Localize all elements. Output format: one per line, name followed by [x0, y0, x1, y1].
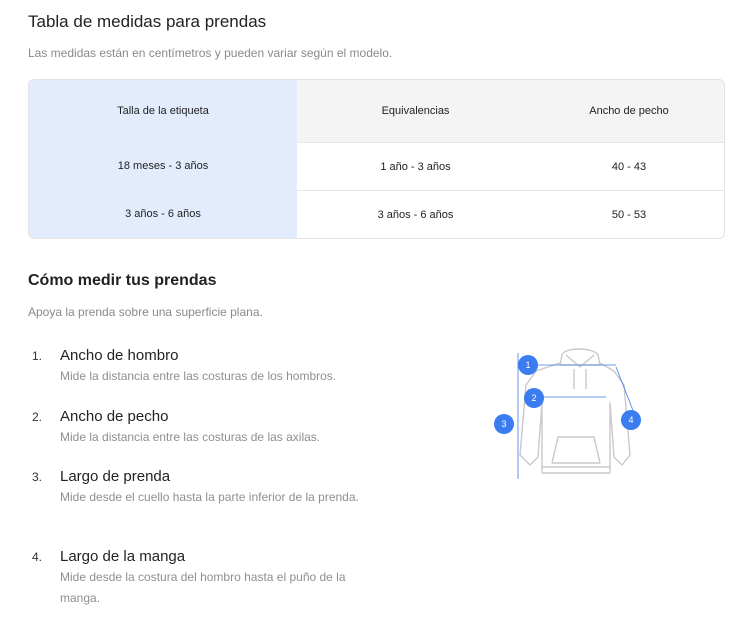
- page-title: Tabla de medidas para prendas: [28, 12, 267, 31]
- step-description: Mide la distancia entre las costuras de …: [60, 430, 321, 444]
- table-cell-equivalence-row-1: 1 año - 3 años: [297, 142, 534, 190]
- table-cell-size-row-2: 3 años - 6 años: [29, 190, 297, 238]
- svg-text:1: 1: [525, 360, 530, 370]
- svg-text:2: 2: [531, 393, 536, 403]
- table-header-equivalence: Equivalencias: [297, 80, 534, 142]
- badge-3: 3: [494, 414, 514, 434]
- step-description: Mide desde el cuello hasta la parte infe…: [60, 490, 359, 504]
- svg-text:4: 4: [628, 415, 633, 425]
- step-number: 3.: [32, 470, 43, 484]
- table-header-chest: Ancho de pecho: [534, 80, 724, 142]
- measure-section-description: Apoya la prenda sobre una superficie pla…: [28, 305, 263, 319]
- table-cell-chest-row-1: 40 - 43: [534, 142, 724, 190]
- step-number: 2.: [32, 410, 43, 424]
- badge-4: 4: [621, 410, 641, 430]
- table-header-size: Talla de la etiqueta: [29, 80, 297, 142]
- measure-step-3: 3. Largo de prenda Mide desde el cuello …: [32, 467, 392, 547]
- size-guide-page: Tabla de medidas para prendas Las medida…: [0, 0, 751, 625]
- measure-step-2: 2. Ancho de pecho Mide la distancia entr…: [32, 407, 392, 467]
- step-title: Ancho de hombro: [60, 347, 179, 364]
- step-description: Mide la distancia entre las costuras de …: [60, 369, 337, 383]
- table-cell-size-row-1: 18 meses - 3 años: [29, 142, 297, 190]
- measure-steps-list: 1. Ancho de hombro Mide la distancia ent…: [32, 346, 392, 609]
- badge-2: 2: [524, 388, 544, 408]
- table-cell-chest-row-2: 50 - 53: [534, 190, 724, 238]
- page-subtitle: Las medidas están en centímetros y puede…: [28, 46, 393, 60]
- size-table: Talla de la etiqueta Equivalencias Ancho…: [28, 79, 725, 239]
- measure-step-1: 1. Ancho de hombro Mide la distancia ent…: [32, 346, 392, 407]
- step-description: Mide desde la costura del hombro hasta e…: [60, 570, 346, 605]
- measure-step-4: 4. Largo de la manga Mide desde la costu…: [32, 547, 392, 609]
- step-title: Largo de la manga: [60, 548, 186, 565]
- step-number: 1.: [32, 349, 43, 363]
- table-cell-equivalence-row-2: 3 años - 6 años: [297, 190, 534, 238]
- svg-text:3: 3: [501, 419, 506, 429]
- step-number: 4.: [32, 550, 43, 564]
- badge-1: 1: [518, 355, 538, 375]
- measure-section-title: Cómo medir tus prendas: [28, 272, 217, 289]
- hoodie-measurement-icon: 1 2 3 4: [490, 345, 650, 485]
- step-title: Largo de prenda: [60, 468, 171, 485]
- step-title: Ancho de pecho: [60, 408, 169, 425]
